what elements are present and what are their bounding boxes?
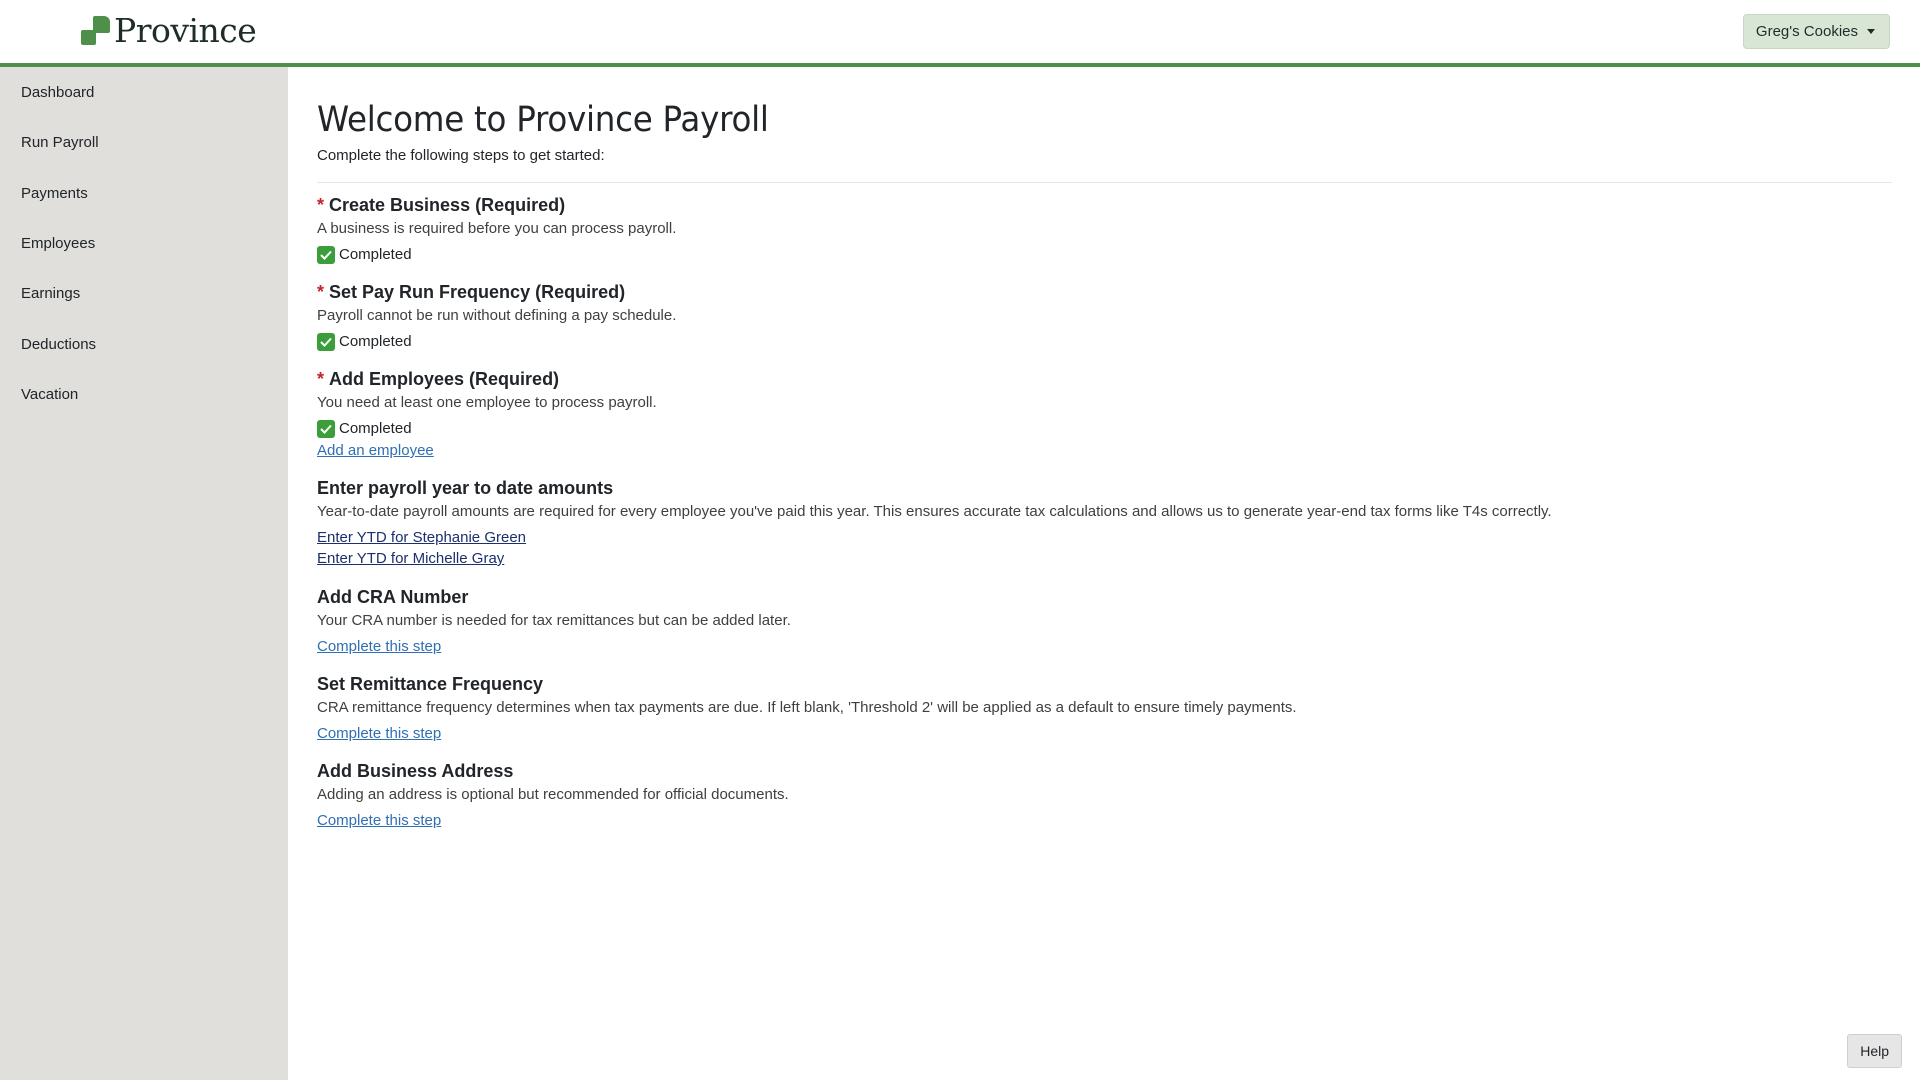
account-dropdown-button[interactable]: Greg's Cookies [1742, 14, 1890, 49]
page-subtitle: Complete the following steps to get star… [317, 147, 605, 164]
step-ytd-amounts-title: Enter payroll year to date amounts [317, 478, 614, 498]
page-title: Welcome to Province Payroll [317, 100, 769, 140]
enter-ytd-michelle-gray-link[interactable]: Enter YTD for Michelle Gray [317, 550, 504, 568]
step-create-business-description: A business is required before you can pr… [317, 220, 677, 237]
step-cra-number-title: Add CRA Number [317, 587, 469, 607]
sidebar-item-payments[interactable]: Payments [21, 185, 88, 203]
sidebar-item-employees[interactable]: Employees [21, 235, 95, 253]
province-logo[interactable]: Province [81, 11, 257, 50]
required-marker: * [317, 195, 325, 215]
sidebar-item-dashboard[interactable]: Dashboard [21, 84, 94, 102]
check-icon [317, 333, 335, 351]
step-business-address-description: Adding an address is optional but recomm… [317, 786, 789, 803]
step-create-business-status: Completed [317, 246, 412, 264]
step-remittance-frequency-description: CRA remittance frequency determines when… [317, 699, 1297, 716]
step-pay-run-frequency-status: Completed [317, 333, 412, 351]
add-employee-link[interactable]: Add an employee [317, 442, 434, 460]
sidebar-item-run-payroll[interactable]: Run Payroll [21, 134, 99, 152]
remittance-frequency-complete-link[interactable]: Complete this step [317, 725, 441, 743]
main-content: Welcome to Province Payroll Complete the… [317, 67, 1892, 1080]
caret-down-icon [1867, 29, 1875, 34]
required-marker: * [317, 282, 325, 302]
step-ytd-amounts-description: Year-to-date payroll amounts are require… [317, 503, 1552, 520]
step-pay-run-frequency-description: Payroll cannot be run without defining a… [317, 307, 677, 324]
help-button[interactable]: Help [1847, 1034, 1902, 1068]
step-pay-run-frequency-title: * Set Pay Run Frequency (Required) [317, 282, 626, 302]
step-remittance-frequency-title: Set Remittance Frequency [317, 674, 544, 694]
step-cra-number-description: Your CRA number is needed for tax remitt… [317, 612, 791, 629]
step-create-business-title: * Create Business (Required) [317, 195, 566, 215]
sidebar-item-earnings[interactable]: Earnings [21, 285, 80, 303]
business-address-complete-link[interactable]: Complete this step [317, 812, 441, 830]
sidebar: Dashboard Run Payroll Payments Employees… [0, 67, 288, 1080]
step-add-employees-title: * Add Employees (Required) [317, 369, 560, 389]
check-icon [317, 420, 335, 438]
top-bar: Province Greg's Cookies [0, 0, 1920, 67]
account-label: Greg's Cookies [1755, 23, 1858, 40]
sidebar-item-vacation[interactable]: Vacation [21, 386, 78, 404]
required-marker: * [317, 369, 325, 389]
enter-ytd-stephanie-green-link[interactable]: Enter YTD for Stephanie Green [317, 529, 526, 547]
step-business-address-title: Add Business Address [317, 761, 514, 781]
divider [317, 182, 1892, 183]
logo-text: Province [114, 11, 257, 50]
check-icon [317, 246, 335, 264]
step-add-employees-description: You need at least one employee to proces… [317, 394, 657, 411]
cra-number-complete-link[interactable]: Complete this step [317, 638, 441, 656]
logo-mark-icon [81, 16, 111, 46]
sidebar-item-deductions[interactable]: Deductions [21, 336, 96, 354]
step-add-employees-status: Completed [317, 420, 412, 438]
